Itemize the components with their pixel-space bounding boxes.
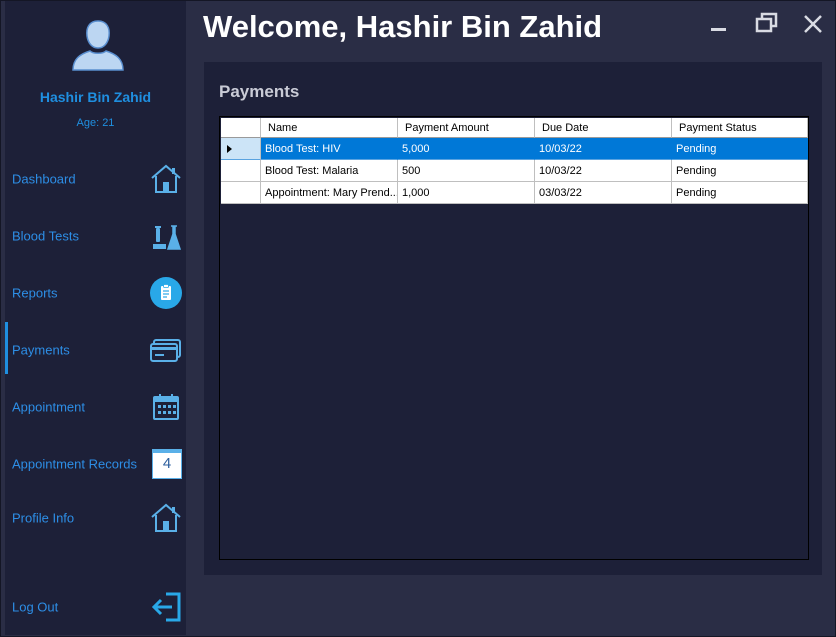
app-window: Hashir Bin Zahid Age: 21 Dashboard Blood … — [0, 0, 836, 637]
age-label: Age: — [76, 117, 100, 129]
nav-label: Reports — [12, 285, 58, 301]
row-header[interactable] — [221, 138, 261, 160]
user-age: Age: 21 — [5, 117, 186, 129]
user-name: Hashir Bin Zahid — [39, 89, 152, 105]
nav-label: Profile Info — [12, 510, 75, 526]
column-header-name[interactable]: Name — [261, 118, 398, 138]
welcome-title: Welcome, Hashir Bin Zahid — [203, 9, 603, 44]
payments-panel: Payments Name Payment Amount Due Date Pa… — [204, 62, 822, 575]
column-header-payment-status[interactable]: Payment Status — [672, 118, 808, 138]
logout-button[interactable]: Log Out — [5, 586, 186, 628]
cell-due-date[interactable]: 10/03/22 — [535, 138, 672, 160]
nav-label: Dashboard — [12, 171, 76, 187]
nav-label: Blood Tests — [12, 228, 79, 244]
nav-label: Appointment — [12, 399, 85, 415]
credit-cards-icon — [150, 339, 181, 362]
row-header-corner — [221, 118, 261, 138]
cell-payment-status[interactable]: Pending — [672, 160, 808, 182]
cell-payment-amount[interactable]: 5,000 — [398, 138, 535, 160]
nav-reports[interactable]: Reports — [5, 272, 186, 314]
restore-icon[interactable] — [754, 11, 780, 37]
home-icon — [151, 503, 181, 532]
table-row[interactable]: Blood Test: Malaria 500 10/03/22 Pending — [221, 160, 808, 182]
nav-payments[interactable]: Payments — [5, 322, 186, 374]
logout-icon — [151, 592, 181, 622]
row-header[interactable] — [221, 160, 261, 182]
cell-payment-status[interactable]: Pending — [672, 138, 808, 160]
table-row[interactable]: Appointment: Mary Prend... 1,000 03/03/2… — [221, 182, 808, 204]
logout-label: Log Out — [12, 599, 59, 615]
nav-blood-tests[interactable]: Blood Tests — [5, 215, 186, 257]
nav-appointment-records[interactable]: Appointment Records 4 — [5, 443, 186, 485]
cell-name[interactable]: Blood Test: HIV — [261, 138, 398, 160]
cell-payment-amount[interactable]: 500 — [398, 160, 535, 182]
user-avatar-icon — [72, 20, 124, 71]
nav-dashboard[interactable]: Dashboard — [5, 158, 186, 200]
clipboard-icon — [150, 277, 182, 309]
calendar-day-icon: 4 — [152, 449, 182, 479]
calendar-icon — [153, 394, 179, 420]
payments-grid[interactable]: Name Payment Amount Due Date Payment Sta… — [219, 116, 809, 560]
cell-due-date[interactable]: 10/03/22 — [535, 160, 672, 182]
row-header[interactable] — [221, 182, 261, 204]
age-value: 21 — [102, 117, 115, 129]
current-row-arrow-icon — [227, 145, 232, 153]
cell-name[interactable]: Appointment: Mary Prend... — [261, 182, 398, 204]
panel-title: Payments — [219, 82, 300, 101]
cell-due-date[interactable]: 03/03/22 — [535, 182, 672, 204]
column-header-payment-amount[interactable]: Payment Amount — [398, 118, 535, 138]
nav-label: Appointment Records — [12, 456, 138, 472]
nav-profile-info[interactable]: Profile Info — [5, 497, 186, 539]
calendar-day-number: 4 — [162, 455, 172, 472]
cell-name[interactable]: Blood Test: Malaria — [261, 160, 398, 182]
cell-payment-status[interactable]: Pending — [672, 182, 808, 204]
column-header-due-date[interactable]: Due Date — [535, 118, 672, 138]
nav-label: Payments — [12, 342, 70, 358]
lab-flask-icon — [153, 225, 182, 250]
cell-payment-amount[interactable]: 1,000 — [398, 182, 535, 204]
table-row[interactable]: Blood Test: HIV 5,000 10/03/22 Pending — [221, 138, 808, 160]
sidebar: Hashir Bin Zahid Age: 21 Dashboard Blood … — [5, 1, 186, 635]
table-header-row: Name Payment Amount Due Date Payment Sta… — [221, 118, 808, 140]
close-icon[interactable] — [800, 11, 826, 37]
minimize-icon[interactable] — [706, 11, 732, 37]
home-icon — [151, 164, 181, 193]
nav-appointment[interactable]: Appointment — [5, 386, 186, 428]
